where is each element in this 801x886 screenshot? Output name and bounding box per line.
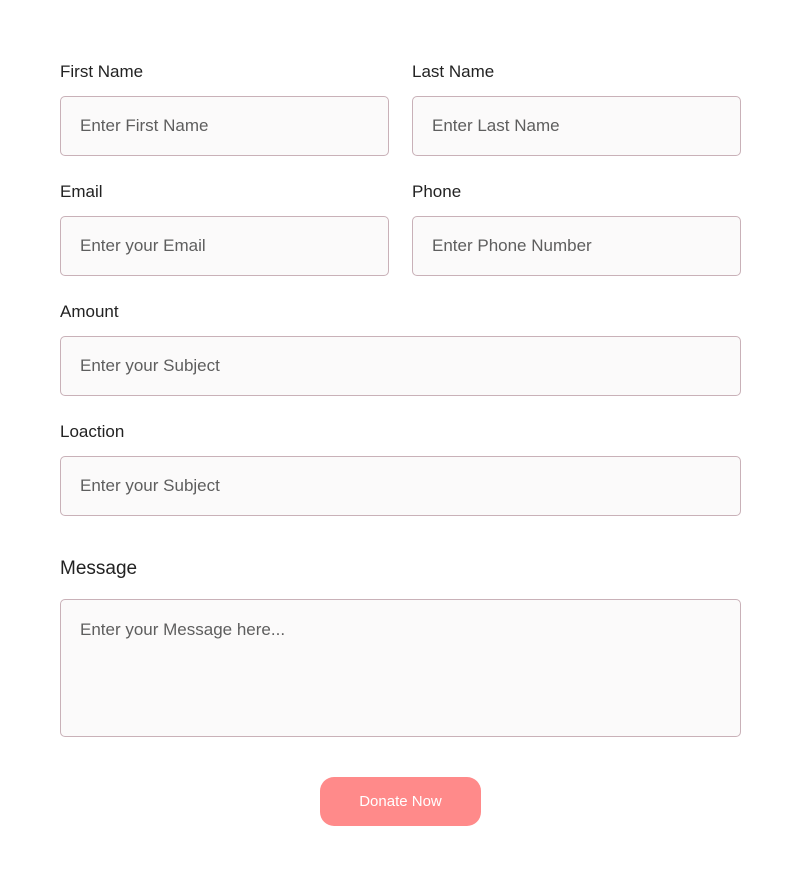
email-label: Email (60, 182, 103, 201)
donation-form: First Name Last Name Email Phone Amount … (0, 0, 801, 886)
first-name-label: First Name (60, 62, 144, 81)
location-label: Loaction (60, 422, 125, 441)
donate-now-button[interactable]: Donate Now (320, 777, 481, 826)
message-textarea[interactable] (60, 599, 741, 737)
location-input[interactable] (60, 456, 741, 516)
phone-label: Phone (412, 182, 462, 201)
phone-input[interactable] (412, 216, 741, 276)
email-input[interactable] (60, 216, 389, 276)
first-name-input[interactable] (60, 96, 389, 156)
amount-input[interactable] (60, 336, 741, 396)
last-name-label: Last Name (412, 62, 495, 81)
last-name-input[interactable] (412, 96, 741, 156)
amount-label: Amount (60, 302, 119, 321)
message-label: Message (60, 558, 138, 579)
